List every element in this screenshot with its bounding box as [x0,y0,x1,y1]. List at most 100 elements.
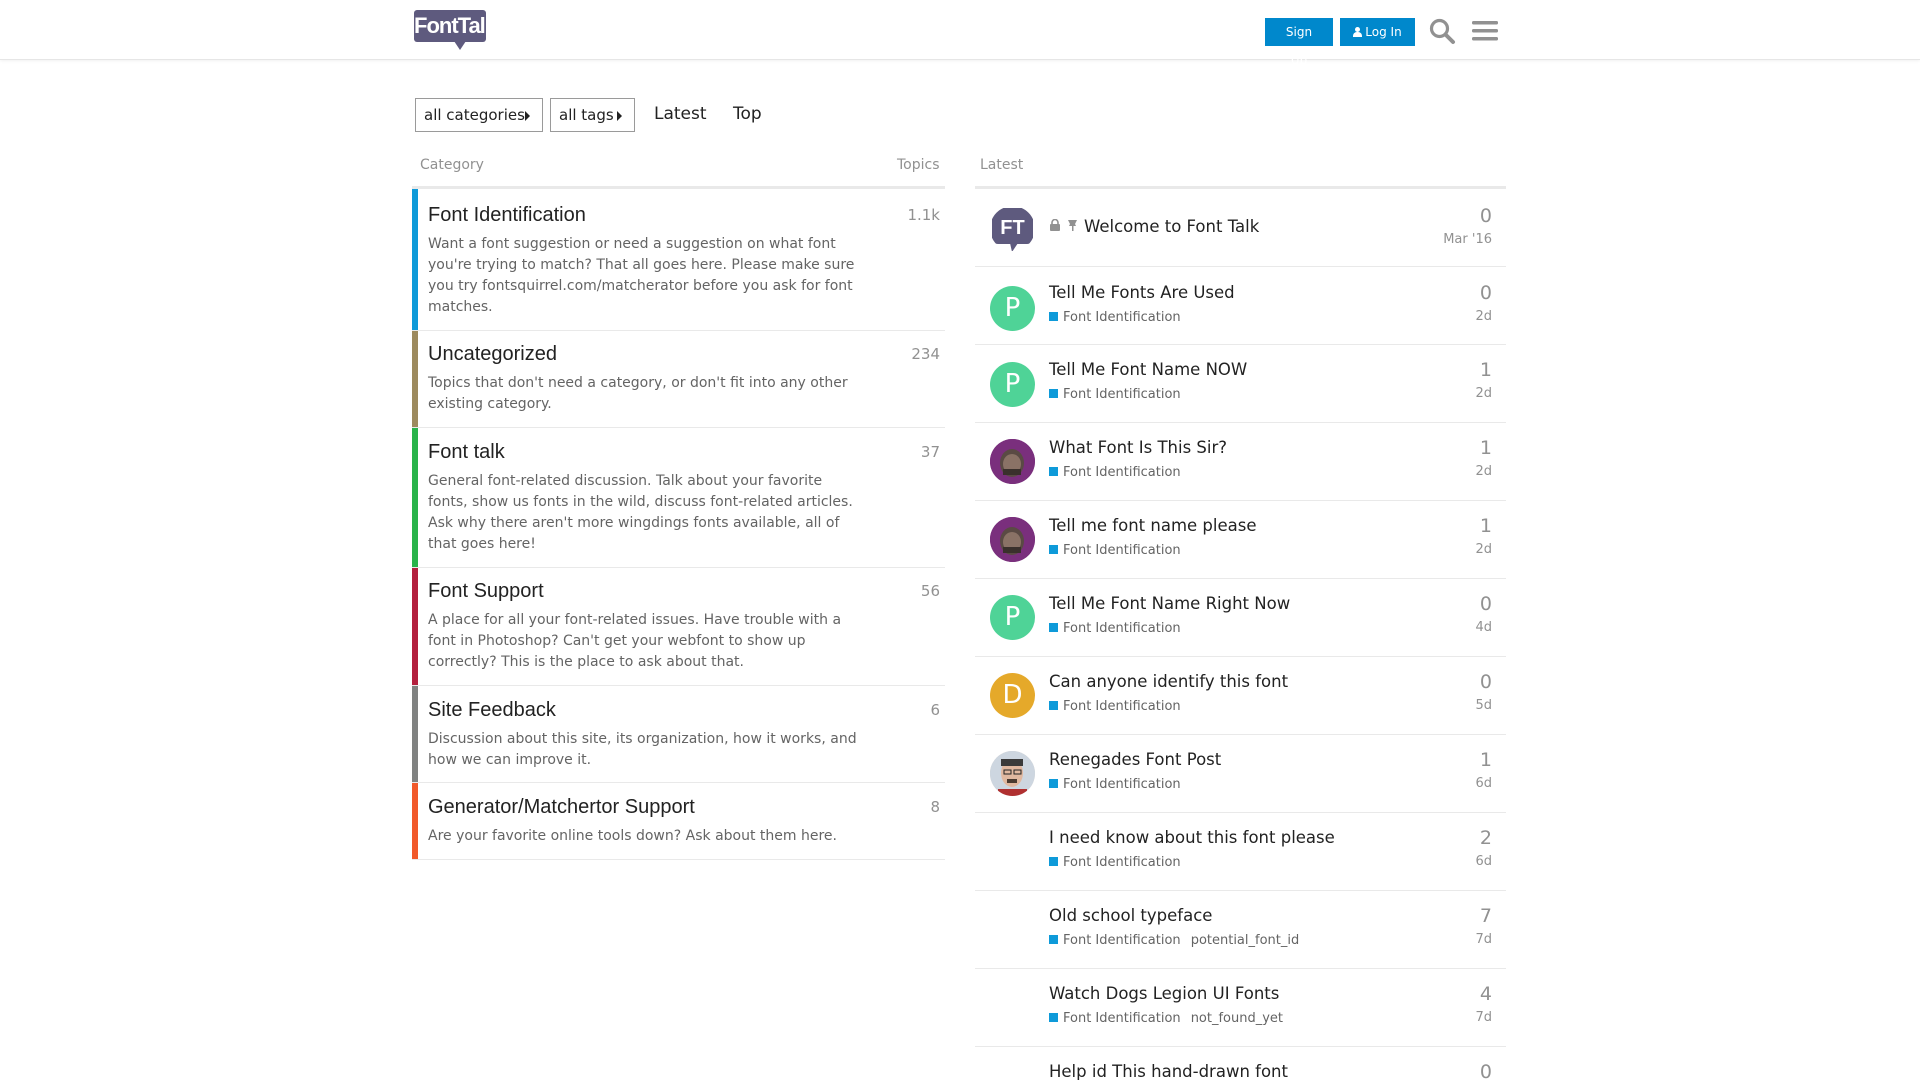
topic-category[interactable]: Font Identification [1049,543,1181,558]
topic-tag[interactable]: potential_font_id [1191,933,1300,948]
category-row-site-feedback[interactable]: Site Feedback Discussion about this site… [412,686,945,783]
topic-age[interactable]: 2d [1475,386,1492,401]
avatar[interactable] [990,439,1035,484]
avatar[interactable]: P [990,595,1035,640]
search-icon[interactable] [1427,16,1457,46]
topic-age[interactable]: 6d [1475,776,1492,791]
topic-age[interactable]: 7d [1475,932,1492,947]
log-in-label: Log In [1365,25,1402,39]
category-color-square [1049,545,1058,554]
category-name[interactable]: Generator/Matchertor Support [428,796,695,819]
topic-category[interactable]: Font Identification [1049,855,1181,870]
topic-title[interactable]: What Font Is This Sir? [1049,438,1227,457]
topic-row[interactable]: Old school typeface Font Identification p… [975,891,1506,969]
sign-up-button[interactable]: Sign Up [1265,18,1333,67]
topic-category-label: Font Identification [1063,621,1181,636]
site-logo[interactable]: FontTalk [414,10,497,50]
category-row-font-talk[interactable]: Font talk General font-related discussio… [412,428,945,568]
topic-category[interactable]: Font Identification potential_font_id [1049,933,1299,948]
category-name[interactable]: Site Feedback [428,699,556,722]
topic-title[interactable]: Tell Me Fonts Are Used [1049,283,1235,302]
topic-row[interactable]: I need know about this font please Font … [975,813,1506,891]
reply-count: 0 [1479,282,1492,304]
category-name[interactable]: Font Support [428,580,544,603]
topic-age[interactable]: 2d [1475,309,1492,324]
topic-category[interactable]: Font Identification [1049,387,1181,402]
category-description: Want a font suggestion or need a suggest… [428,236,855,315]
category-color-square [1049,312,1058,321]
category-color-bar [412,331,418,427]
topic-row[interactable]: Renegades Font Post Font Identification … [975,735,1506,813]
category-row-uncategorized[interactable]: Uncategorized Topics that don't need a c… [412,331,945,428]
reply-count: 0 [1479,671,1492,693]
all-tags-dropdown[interactable]: all tags [550,98,635,132]
topic-age[interactable]: 5d [1475,698,1492,713]
topic-category[interactable]: Font Identification [1049,465,1181,480]
category-description: General font-related discussion. Talk ab… [428,473,853,552]
topic-title[interactable]: Old school typeface [1049,906,1212,925]
topic-row[interactable]: Tell me font name please Font Identifica… [975,501,1506,579]
topic-row[interactable]: FT Welcome to Font Talk 0 Mar '16 [975,189,1506,267]
topic-age[interactable]: 2d [1475,464,1492,479]
topic-row[interactable]: Watch Dogs Legion UI Fonts Font Identifi… [975,969,1506,1047]
topic-category[interactable]: Font Identification [1049,310,1181,325]
avatar[interactable] [990,751,1035,796]
topic-row[interactable]: D Can anyone identify this font Font Ide… [975,657,1506,735]
topic-age[interactable]: Mar '16 [1443,232,1492,247]
topic-title[interactable]: Watch Dogs Legion UI Fonts [1049,984,1279,1003]
pin-icon [1067,216,1078,235]
topic-age[interactable]: 7d [1475,1010,1492,1025]
topic-title[interactable]: I need know about this font please [1049,828,1335,847]
category-row-generator-matchertor-support[interactable]: Generator/Matchertor Support Are your fa… [412,783,945,860]
topic-category-label: Font Identification [1063,310,1181,325]
topic-category[interactable]: Font Identification [1049,699,1181,714]
avatar[interactable] [990,829,1035,874]
category-color-square [1049,623,1058,632]
avatar[interactable]: FT [990,206,1035,251]
topic-category[interactable]: Font Identification [1049,777,1181,792]
category-color-bar [412,428,418,567]
avatar[interactable]: P [990,362,1035,407]
topic-category-label: Font Identification [1063,387,1181,402]
topic-row[interactable]: What Font Is This Sir? Font Identificati… [975,423,1506,501]
topic-age[interactable]: 2d [1475,542,1492,557]
topic-row[interactable]: P Tell Me Font Name Right Now Font Ident… [975,579,1506,657]
topic-title[interactable]: Tell Me Font Name Right Now [1049,594,1290,613]
category-row-font-support[interactable]: Font Support A place for all your font-r… [412,568,945,686]
category-row-font-identification[interactable]: Font Identification Want a font suggesti… [412,189,945,331]
topic-title[interactable]: Tell me font name please [1049,516,1257,535]
topic-title[interactable]: Tell Me Font Name NOW [1049,360,1247,379]
avatar[interactable] [990,907,1035,952]
category-name[interactable]: Uncategorized [428,343,557,366]
reply-count: 1 [1479,359,1492,381]
topic-title[interactable]: Renegades Font Post [1049,750,1221,769]
topic-row[interactable]: Help id This hand-drawn font 0 [975,1047,1506,1080]
category-name[interactable]: Font talk [428,441,505,464]
all-categories-dropdown[interactable]: all categories [415,98,543,132]
topic-row[interactable]: P Tell Me Fonts Are Used Font Identifica… [975,267,1506,345]
topic-title[interactable]: Welcome to Font Talk [1084,217,1259,236]
log-in-button[interactable]: Log In [1340,18,1415,46]
topic-title[interactable]: Can anyone identify this font [1049,672,1288,691]
hamburger-menu-icon[interactable] [1470,16,1500,46]
topic-title[interactable]: Help id This hand-drawn font [1049,1062,1288,1080]
avatar[interactable]: P [990,286,1035,331]
topic-age[interactable]: 4d [1475,620,1492,635]
nav-latest-link[interactable]: Latest [654,104,707,124]
nav-top-link[interactable]: Top [733,104,762,124]
category-color-square [1049,467,1058,476]
avatar[interactable] [990,517,1035,562]
avatar[interactable]: D [990,673,1035,718]
topic-category-label: Font Identification [1063,777,1181,792]
topics-column-header: Topics [897,157,940,173]
reply-count: 1 [1479,437,1492,459]
category-color-bar [412,189,418,330]
category-color-square [1049,779,1058,788]
category-name[interactable]: Font Identification [428,204,586,227]
topic-row[interactable]: P Tell Me Font Name NOW Font Identificat… [975,345,1506,423]
topic-age[interactable]: 6d [1475,854,1492,869]
topic-category[interactable]: Font Identification not_found_yet [1049,1011,1283,1026]
topic-tag[interactable]: not_found_yet [1191,1011,1283,1026]
topic-category[interactable]: Font Identification [1049,621,1181,636]
avatar[interactable] [990,985,1035,1030]
